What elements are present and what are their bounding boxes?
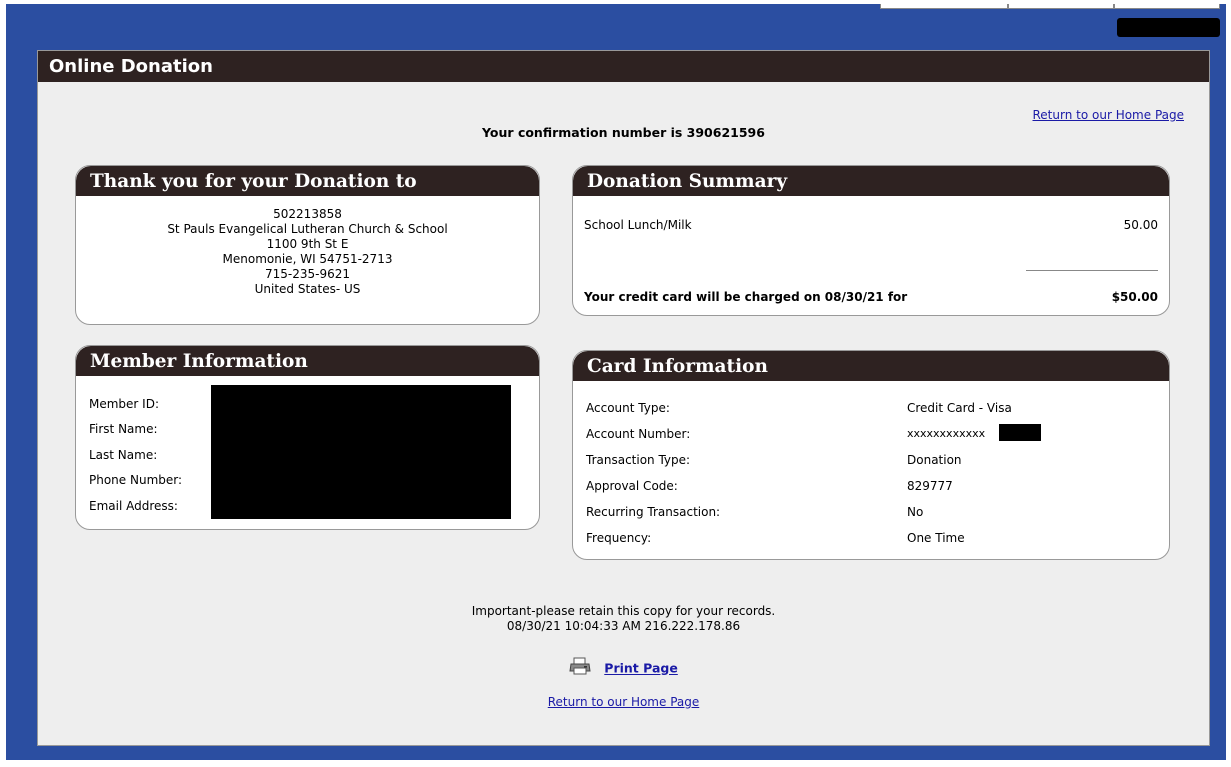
summary-title: Donation Summary xyxy=(573,166,1169,196)
top-tabs xyxy=(880,4,1220,9)
donation-summary-box: Donation Summary School Lunch/Milk 50.00… xyxy=(572,165,1170,316)
page-title: Online Donation xyxy=(38,51,1209,82)
confirmation-number: Your confirmation number is 390621596 xyxy=(482,125,765,140)
member-label: First Name: xyxy=(89,422,158,436)
donation-panel: Online Donation Return to our Home Page … xyxy=(37,50,1210,746)
redacted-account-digits xyxy=(999,424,1041,441)
summary-divider xyxy=(1026,270,1158,271)
card-value: xxxxxxxxxxxx xyxy=(907,427,986,440)
card-label: Approval Code: xyxy=(586,479,678,493)
card-value: No xyxy=(907,505,924,519)
member-label: Email Address: xyxy=(89,499,178,513)
summary-item-label: School Lunch/Milk xyxy=(584,218,692,232)
timestamp: 08/30/21 10:04:33 AM 216.222.178.86 xyxy=(506,619,741,633)
recipient-line: St Pauls Evangelical Lutheran Church & S… xyxy=(167,222,448,236)
summary-item-amount: 50.00 xyxy=(1123,218,1158,232)
print-row: Print Page xyxy=(38,657,1209,679)
card-value: 829777 xyxy=(907,479,953,493)
member-label: Member ID: xyxy=(89,397,159,411)
redacted-member-values xyxy=(211,385,511,519)
member-info-box: Member Information Member ID: First Name… xyxy=(75,345,540,530)
card-label: Transaction Type: xyxy=(586,453,691,467)
home-link-top[interactable]: Return to our Home Page xyxy=(1033,108,1185,122)
recipient-line: 715-235-9621 xyxy=(264,267,350,281)
retain-notice: Important-please retain this copy for yo… xyxy=(38,604,1209,634)
card-label: Frequency: xyxy=(586,531,652,545)
member-label: Phone Number: xyxy=(89,473,183,487)
recipient-line: 1100 9th St E xyxy=(266,237,349,251)
member-title: Member Information xyxy=(76,346,539,376)
member-label: Last Name: xyxy=(89,448,158,462)
card-label: Recurring Transaction: xyxy=(586,505,721,519)
card-label: Account Number: xyxy=(586,427,691,441)
print-page-link[interactable]: Print Page xyxy=(604,661,678,676)
card-info-box: Card Information Account Type: Credit Ca… xyxy=(572,350,1170,560)
card-value: One Time xyxy=(907,531,965,545)
recipient-title: Thank you for your Donation to xyxy=(76,166,539,196)
printer-icon[interactable] xyxy=(569,657,591,679)
charge-text: Your credit card will be charged on 08/3… xyxy=(584,290,908,304)
recipient-line: 502213858 xyxy=(273,207,342,221)
redacted-block xyxy=(1117,18,1220,37)
page-frame: Online Donation Return to our Home Page … xyxy=(6,4,1226,760)
card-value: Donation xyxy=(907,453,962,467)
recipient-address: 502213858 St Pauls Evangelical Lutheran … xyxy=(76,196,539,297)
card-value: Credit Card - Visa xyxy=(907,401,1012,415)
home-link-bottom-row: Return to our Home Page xyxy=(38,691,1209,710)
retain-text: Important-please retain this copy for yo… xyxy=(471,604,776,618)
card-title: Card Information xyxy=(573,351,1169,381)
donation-recipient-box: Thank you for your Donation to 502213858… xyxy=(75,165,540,325)
recipient-line: Menomonie, WI 54751-2713 xyxy=(222,252,393,266)
home-link-bottom[interactable]: Return to our Home Page xyxy=(548,695,700,709)
charge-total: $50.00 xyxy=(1111,290,1158,304)
recipient-line: United States- US xyxy=(254,282,361,296)
card-label: Account Type: xyxy=(586,401,670,415)
